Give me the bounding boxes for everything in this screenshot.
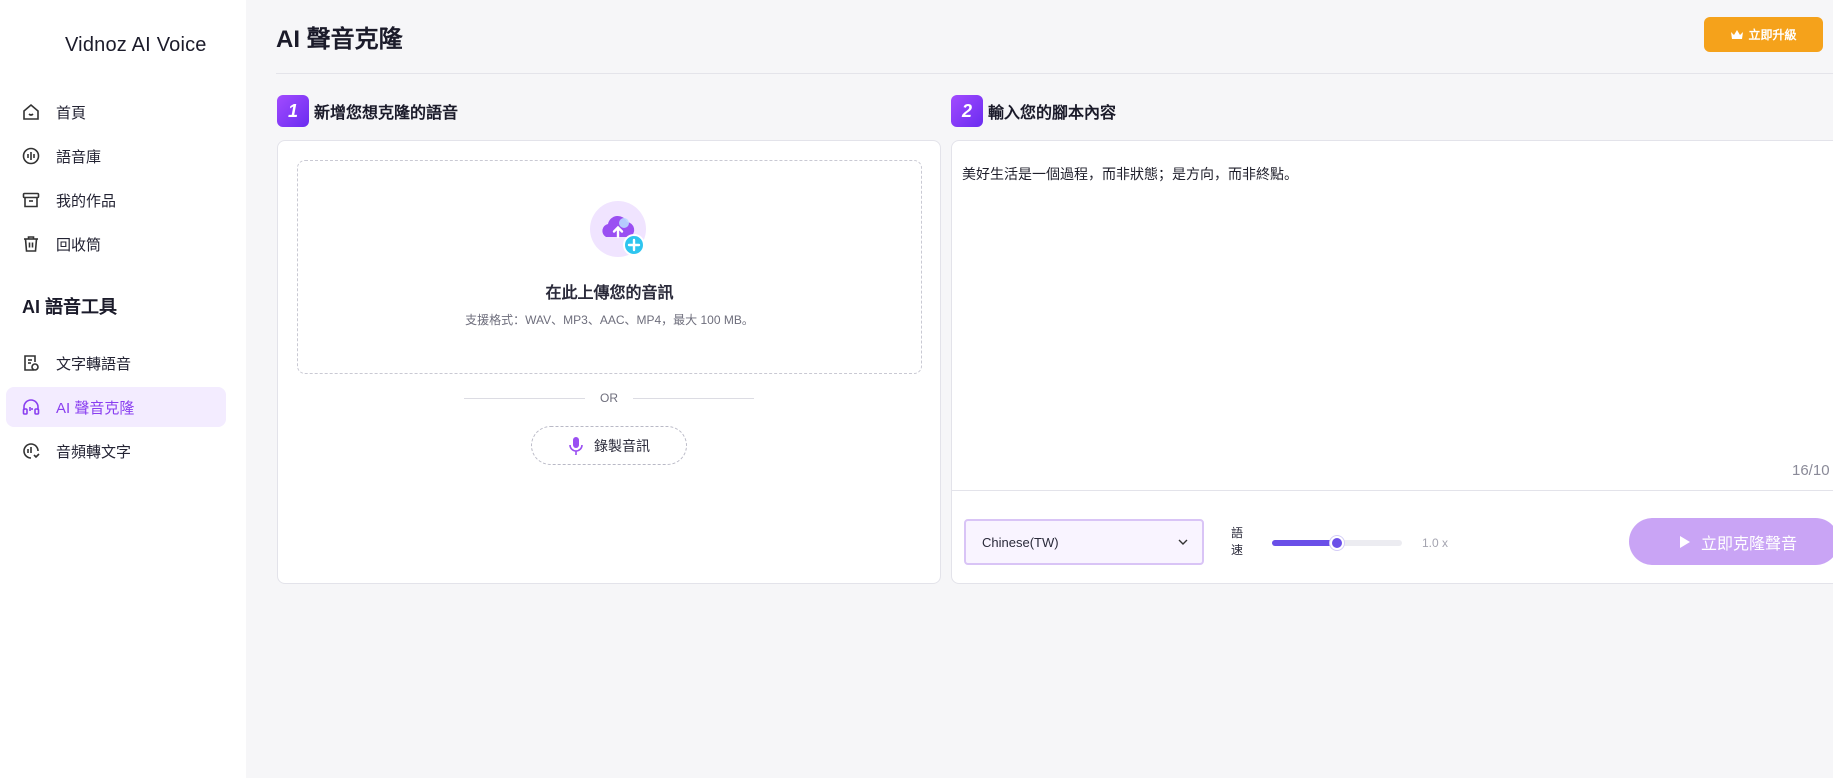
or-divider: OR [464,388,754,408]
sidebar-item-speech-to-text[interactable]: 音頻轉文字 [6,431,226,471]
page-title: AI 聲音克隆 [276,26,403,53]
home-icon [21,102,41,122]
panel-divider [952,490,1833,491]
script-panel: 美好生活是一個過程，而非狀態；是方向，而非終點。 16/10 Chinese(T… [951,140,1833,584]
sidebar-item-label: 音頻轉文字 [56,443,132,461]
step-1-header: 1 新增您想克隆的語音 [277,95,458,127]
crown-icon [1731,29,1744,39]
headphones-icon [21,397,41,417]
or-text: OR [600,391,618,405]
sidebar: Vidnoz AI Voice 首頁 語音庫 我的作品 回收筒 AI 語音工具 … [0,0,246,778]
slider-thumb[interactable] [1330,536,1344,550]
sidebar-item-home[interactable]: 首頁 [6,92,226,132]
voice-library-icon [21,146,41,166]
sidebar-item-trash[interactable]: 回收筒 [6,224,226,264]
clone-label: 立即克隆聲音 [1701,535,1798,553]
tools-nav: 文字轉語音 AI 聲音克隆 音頻轉文字 [6,343,226,475]
logo[interactable]: Vidnoz AI Voice [7,30,207,60]
play-icon [1680,535,1690,548]
speed-slider[interactable] [1272,536,1402,550]
step-number: 2 [951,95,983,127]
microphone-icon [569,436,583,455]
clone-voice-button[interactable]: 立即克隆聲音 [1629,518,1833,565]
sidebar-item-voice-library[interactable]: 語音庫 [6,136,226,176]
divider-line [464,397,585,399]
language-select[interactable]: Chinese(TW) [964,519,1204,565]
sidebar-item-ai-voice-clone[interactable]: AI 聲音克隆 [6,387,226,427]
record-audio-button[interactable]: 錄製音訊 [531,426,687,465]
slider-fill [1272,540,1337,546]
upload-formats: 支援格式：WAV、MP3、AAC、MP4，最大 100 MB。 [465,313,754,327]
step-number: 1 [277,95,309,127]
upgrade-button[interactable]: 立即升級 [1704,17,1823,52]
step-label: 輸入您的腳本內容 [988,105,1117,122]
speech-to-text-icon [21,441,41,461]
tools-section-title: AI 語音工具 [22,297,118,317]
header-divider [276,73,1833,74]
main-nav: 首頁 語音庫 我的作品 回收筒 [6,92,226,268]
text-to-speech-icon [21,353,41,373]
upgrade-label: 立即升級 [1748,28,1797,42]
sidebar-item-label: 文字轉語音 [56,355,132,373]
sidebar-item-label: 回收筒 [56,236,102,254]
script-textarea[interactable]: 美好生活是一個過程，而非狀態；是方向，而非終點。 [962,164,1298,184]
step-2-header: 2 輸入您的腳本內容 [951,95,1116,127]
language-value: Chinese(TW) [982,534,1059,550]
sidebar-item-label: 語音庫 [56,148,102,166]
step-label: 新增您想克隆的語音 [314,105,459,122]
sidebar-item-my-works[interactable]: 我的作品 [6,180,226,220]
sidebar-item-label: 首頁 [56,104,87,122]
archive-icon [21,190,41,210]
cloud-upload-icon [590,201,646,257]
upload-panel: 在此上傳您的音訊 支援格式：WAV、MP3、AAC、MP4，最大 100 MB。… [277,140,941,584]
upload-dropzone[interactable]: 在此上傳您的音訊 支援格式：WAV、MP3、AAC、MP4，最大 100 MB。 [297,160,922,374]
sidebar-item-label: AI 聲音克隆 [56,399,135,417]
chevron-down-icon [1178,539,1188,545]
upload-title: 在此上傳您的音訊 [545,285,674,302]
character-count: 16/10 [1792,462,1830,479]
trash-icon [21,234,41,254]
sidebar-item-text-to-speech[interactable]: 文字轉語音 [6,343,226,383]
app-name: Vidnoz AI Voice [65,33,207,56]
speed-label: 語速 [1231,526,1244,557]
sidebar-item-label: 我的作品 [56,192,117,210]
logo-waveform-icon [7,30,57,60]
divider-line [633,397,754,399]
record-label: 錄製音訊 [594,437,650,454]
speed-value: 1.0 x [1422,536,1449,550]
